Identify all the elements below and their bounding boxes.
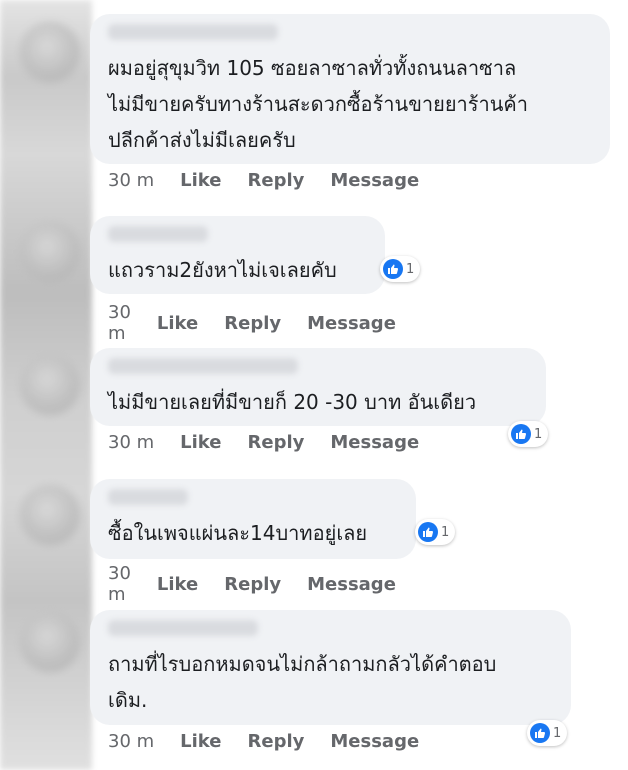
- comment-text: แถวราม2ยังหาไม่เจเลยคับ: [108, 258, 337, 282]
- comment-bubble: ไม่มีขายเลยที่มีขายก็ 20 -30 บาท อันเดีย…: [90, 348, 549, 447]
- reaction-count: 1: [553, 725, 562, 741]
- reaction-badge[interactable]: 1: [508, 421, 549, 447]
- like-button[interactable]: Like: [180, 731, 221, 752]
- comment-time: 30 m: [108, 432, 155, 453]
- message-button[interactable]: Message: [307, 313, 396, 334]
- comment-item: ผมอยู่สุขุมวิท 105 ซอยลาซาลทั่วทั้งถนนลา…: [90, 14, 610, 191]
- comment-text: ถามที่ไรบอกหมดจนไม่กล้าถามกลัวได้คำตอบ เ…: [108, 652, 497, 712]
- commenter-name-redacted: [108, 226, 208, 242]
- comment-text: ผมอยู่สุขุมวิท 105 ซอยลาซาลทั่วทั้งถนนลา…: [108, 56, 529, 152]
- message-button[interactable]: Message: [330, 170, 419, 191]
- like-button[interactable]: Like: [157, 313, 198, 334]
- comment-actions: 30 m Like Reply Message: [108, 302, 422, 344]
- reply-button[interactable]: Reply: [224, 574, 281, 595]
- like-button[interactable]: Like: [180, 170, 221, 191]
- reaction-count: 1: [441, 524, 450, 540]
- comment-bubble: ถามที่ไรบอกหมดจนไม่กล้าถามกลัวได้คำตอบ เ…: [90, 610, 571, 746]
- comment-time: 30 m: [108, 170, 155, 191]
- reaction-count: 1: [534, 426, 543, 442]
- reaction-badge[interactable]: 1: [415, 519, 456, 545]
- avatar: [20, 355, 80, 415]
- comment-text: ไม่มีขายเลยที่มีขายก็ 20 -30 บาท อันเดีย…: [108, 390, 477, 414]
- comment-item: ถามที่ไรบอกหมดจนไม่กล้าถามกลัวได้คำตอบ เ…: [90, 610, 571, 752]
- reaction-badge[interactable]: 1: [380, 256, 421, 282]
- reply-button[interactable]: Reply: [248, 432, 305, 453]
- avatar: [20, 612, 80, 672]
- reply-button[interactable]: Reply: [248, 731, 305, 752]
- like-thumb-icon: [511, 424, 531, 444]
- comment-time: 30 m: [108, 563, 131, 605]
- like-thumb-icon: [383, 259, 403, 279]
- like-thumb-icon: [530, 723, 550, 743]
- comment-text: ซื้อในเพจแผ่นละ14บาทอยู่เลย: [108, 521, 368, 545]
- message-button[interactable]: Message: [307, 574, 396, 595]
- like-button[interactable]: Like: [157, 574, 198, 595]
- comment-bubble: ซื้อในเพจแผ่นละ14บาทอยู่เลย 1: [90, 479, 456, 559]
- avatar: [20, 222, 80, 282]
- comment-item: แถวราม2ยังหาไม่เจเลยคับ 1 30 m Like Repl…: [90, 216, 421, 344]
- comment-time: 30 m: [108, 302, 131, 344]
- avatar: [20, 485, 80, 545]
- comment-bubble: ผมอยู่สุขุมวิท 105 ซอยลาซาลทั่วทั้งถนนลา…: [90, 14, 610, 164]
- comment-actions: 30 m Like Reply Message: [108, 731, 445, 752]
- reply-button[interactable]: Reply: [224, 313, 281, 334]
- commenter-name-redacted: [108, 489, 188, 505]
- commenter-name-redacted: [108, 620, 258, 636]
- avatar: [20, 22, 80, 82]
- message-button[interactable]: Message: [330, 731, 419, 752]
- commenter-name-redacted: [108, 358, 298, 374]
- comment-item: ไม่มีขายเลยที่มีขายก็ 20 -30 บาท อันเดีย…: [90, 348, 549, 453]
- comment-item: ซื้อในเพจแผ่นละ14บาทอยู่เลย 1 30 m Like …: [90, 479, 456, 605]
- like-button[interactable]: Like: [180, 432, 221, 453]
- comment-time: 30 m: [108, 731, 155, 752]
- comment-actions: 30 m Like Reply Message: [108, 432, 445, 453]
- commenter-name-redacted: [108, 24, 278, 40]
- like-thumb-icon: [418, 522, 438, 542]
- comment-actions: 30 m Like Reply Message: [108, 563, 422, 605]
- message-button[interactable]: Message: [330, 432, 419, 453]
- reaction-badge[interactable]: 1: [527, 720, 568, 746]
- reaction-count: 1: [406, 261, 415, 277]
- reply-button[interactable]: Reply: [248, 170, 305, 191]
- comment-bubble: แถวราม2ยังหาไม่เจเลยคับ 1: [90, 216, 421, 294]
- comment-actions: 30 m Like Reply Message: [108, 170, 445, 191]
